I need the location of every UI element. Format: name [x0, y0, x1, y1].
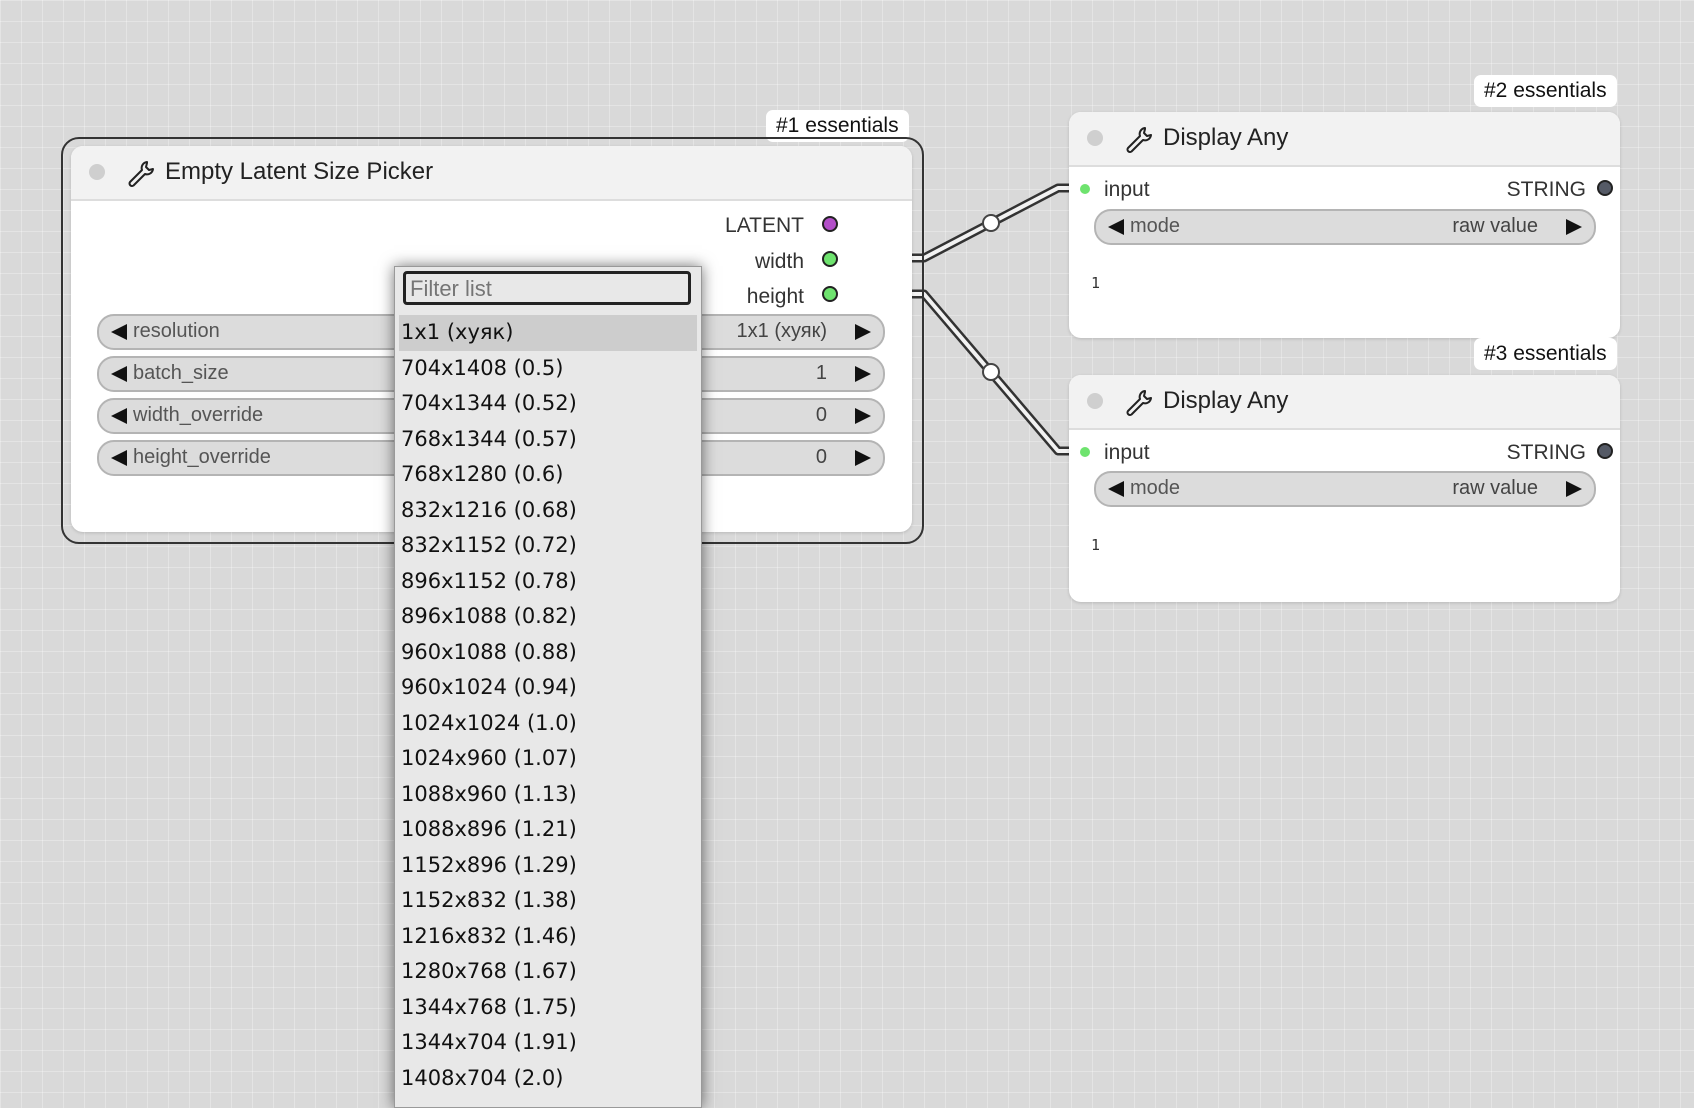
decrement-arrow-icon[interactable]	[111, 408, 127, 424]
widget-value: raw value	[1452, 477, 1538, 499]
input-slot[interactable]	[1080, 184, 1090, 194]
display-any-node-2[interactable]: Display Any input STRING mode raw value …	[1069, 112, 1620, 338]
display-output-text: 1	[1091, 274, 1101, 292]
resolution-dropdown-menu[interactable]: 1x1 (хуяк)704x1408 (0.5)704x1344 (0.52)7…	[394, 266, 702, 1108]
mode-combo-widget[interactable]: mode raw value	[1094, 209, 1596, 245]
widget-value: 1x1 (хуяк)	[736, 320, 827, 342]
widget-label: batch_size	[133, 362, 229, 384]
output-label-width: width	[754, 250, 804, 273]
increment-arrow-icon[interactable]	[855, 450, 871, 466]
wrench-icon	[1126, 127, 1152, 153]
widget-label: resolution	[133, 320, 220, 342]
wrench-icon	[128, 161, 154, 187]
widget-label: mode	[1130, 477, 1181, 499]
dropdown-option[interactable]: 1216x832 (1.46)	[399, 919, 697, 955]
widget-label: mode	[1130, 215, 1181, 237]
dropdown-option[interactable]: 1088x960 (1.13)	[399, 777, 697, 813]
widget-value: 1	[815, 362, 827, 384]
output-slot-height[interactable]	[822, 286, 838, 302]
increment-arrow-icon[interactable]	[1566, 481, 1582, 497]
dropdown-option[interactable]: 1280x768 (1.67)	[399, 954, 697, 990]
input-slot[interactable]	[1080, 447, 1090, 457]
dropdown-option[interactable]: 1152x832 (1.38)	[399, 883, 697, 919]
output-slot-string[interactable]	[1597, 180, 1613, 196]
dropdown-options-list: 1x1 (хуяк) 704x1408 (0.5) 704x1344 (0.52) 7…	[399, 315, 697, 1096]
dropdown-option[interactable]: 832x1152 (0.72)	[399, 528, 697, 564]
dropdown-option[interactable]: 704x1408 (0.5)	[399, 351, 697, 387]
dropdown-option[interactable]: 1344x704 (1.91)	[399, 1025, 697, 1061]
dropdown-option[interactable]: 1024x960 (1.07)	[399, 741, 697, 777]
output-slot-string[interactable]	[1597, 443, 1613, 459]
output-slot-width[interactable]	[822, 251, 838, 267]
node-title: Empty Latent Size Picker	[165, 158, 434, 185]
link-midpoint	[982, 214, 1000, 232]
output-label-height: height	[746, 285, 804, 308]
output-label-string: STRING	[1506, 441, 1586, 464]
link-midpoint	[982, 363, 1000, 381]
dropdown-option[interactable]: 1408x704 (2.0)	[399, 1061, 697, 1097]
dropdown-option[interactable]: 960x1024 (0.94)	[399, 670, 697, 706]
input-label: input	[1104, 178, 1150, 201]
widget-value: raw value	[1452, 215, 1538, 237]
node-title: Display Any	[1163, 124, 1289, 151]
node-badge: #3 essentials	[1474, 338, 1617, 370]
dropdown-option[interactable]: 960x1088 (0.88)	[399, 635, 697, 671]
decrement-arrow-icon[interactable]	[111, 324, 127, 340]
collapse-dot-icon[interactable]	[89, 164, 105, 180]
widget-label: width_override	[133, 404, 264, 426]
dropdown-option[interactable]: 1344x768 (1.75)	[399, 990, 697, 1026]
dropdown-option[interactable]: 1152x896 (1.29)	[399, 848, 697, 884]
dropdown-option[interactable]: 1024x1024 (1.0)	[399, 706, 697, 742]
dropdown-option[interactable]: 832x1216 (0.68)	[399, 493, 697, 529]
wrench-icon	[1126, 390, 1152, 416]
increment-arrow-icon[interactable]	[855, 324, 871, 340]
output-label-string: STRING	[1506, 178, 1586, 201]
widget-label: height_override	[133, 446, 271, 468]
display-any-node-3[interactable]: Display Any input STRING mode raw value …	[1069, 375, 1620, 602]
increment-arrow-icon[interactable]	[1566, 219, 1582, 235]
increment-arrow-icon[interactable]	[855, 366, 871, 382]
display-output-text: 1	[1091, 536, 1101, 554]
decrement-arrow-icon[interactable]	[1108, 481, 1124, 497]
increment-arrow-icon[interactable]	[855, 408, 871, 424]
dropdown-option[interactable]: 896x1088 (0.82)	[399, 599, 697, 635]
dropdown-option[interactable]: 704x1344 (0.52)	[399, 386, 697, 422]
input-label: input	[1104, 441, 1150, 464]
decrement-arrow-icon[interactable]	[1108, 219, 1124, 235]
dropdown-option[interactable]: 1x1 (хуяк)	[399, 315, 697, 351]
widget-value: 0	[815, 446, 827, 468]
output-slot-latent[interactable]	[822, 216, 838, 232]
node-header[interactable]: Empty Latent Size Picker	[71, 146, 912, 201]
dropdown-option[interactable]: 768x1344 (0.57)	[399, 422, 697, 458]
mode-combo-widget[interactable]: mode raw value	[1094, 471, 1596, 507]
decrement-arrow-icon[interactable]	[111, 366, 127, 382]
dropdown-option[interactable]: 896x1152 (0.78)	[399, 564, 697, 600]
node-header[interactable]: Display Any	[1069, 112, 1620, 167]
filter-list-input[interactable]	[403, 271, 691, 305]
node-badge: #2 essentials	[1474, 75, 1617, 107]
collapse-dot-icon[interactable]	[1087, 393, 1103, 409]
node-header[interactable]: Display Any	[1069, 375, 1620, 430]
decrement-arrow-icon[interactable]	[111, 450, 127, 466]
output-label-latent: LATENT	[725, 214, 804, 237]
widget-value: 0	[815, 404, 827, 426]
node-title: Display Any	[1163, 387, 1289, 414]
collapse-dot-icon[interactable]	[1087, 130, 1103, 146]
dropdown-option[interactable]: 1088x896 (1.21)	[399, 812, 697, 848]
dropdown-option[interactable]: 768x1280 (0.6)	[399, 457, 697, 493]
